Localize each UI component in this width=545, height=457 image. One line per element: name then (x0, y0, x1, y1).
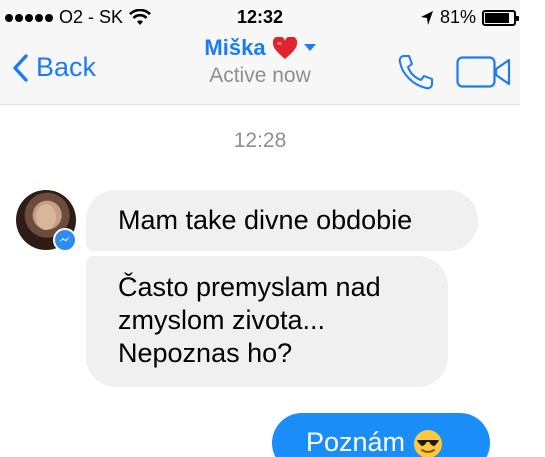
message-timestamp: 12:28 (233, 129, 287, 152)
nav-bar: Back Miška Active now (0, 34, 520, 105)
back-button[interactable]: Back (12, 52, 96, 83)
video-call-button[interactable] (456, 56, 512, 93)
phone-icon (398, 55, 433, 90)
message-text-line: Často premyslam nad (118, 272, 381, 302)
conversation-title[interactable]: Miška Active now (140, 34, 380, 88)
contact-status: Active now (209, 64, 311, 87)
incoming-message[interactable]: Často premyslam nad zmyslom zivota... Ne… (86, 256, 448, 387)
status-bar: O2 - SK 12:32 81% (0, 0, 520, 34)
battery-percent: 81% (439, 7, 476, 27)
outgoing-message[interactable]: Poznám (272, 413, 490, 457)
location-arrow-icon (420, 10, 433, 25)
battery-icon (482, 9, 519, 26)
message-text-line: zmyslom zivota... (118, 305, 326, 335)
incoming-message[interactable]: Mam take divne obdobie (86, 190, 478, 251)
battery-fill (485, 12, 510, 23)
status-right: 81% (420, 7, 519, 28)
video-camera-icon (456, 56, 511, 88)
contact-name: Miška (204, 35, 266, 60)
chevron-left-icon (13, 53, 28, 82)
contact-name-row[interactable]: Miška (140, 35, 380, 61)
message-text: Mam take divne obdobie (118, 205, 413, 235)
messenger-icon (53, 228, 77, 252)
heart-icon (272, 36, 297, 59)
message-text: Poznám (306, 427, 406, 457)
call-button[interactable] (397, 54, 435, 95)
back-button-label: Back (36, 52, 97, 82)
chevron-down-icon[interactable] (303, 44, 316, 52)
sunglasses-emoji-icon (414, 430, 443, 457)
message-text-line: Nepoznas ho? (118, 338, 293, 368)
